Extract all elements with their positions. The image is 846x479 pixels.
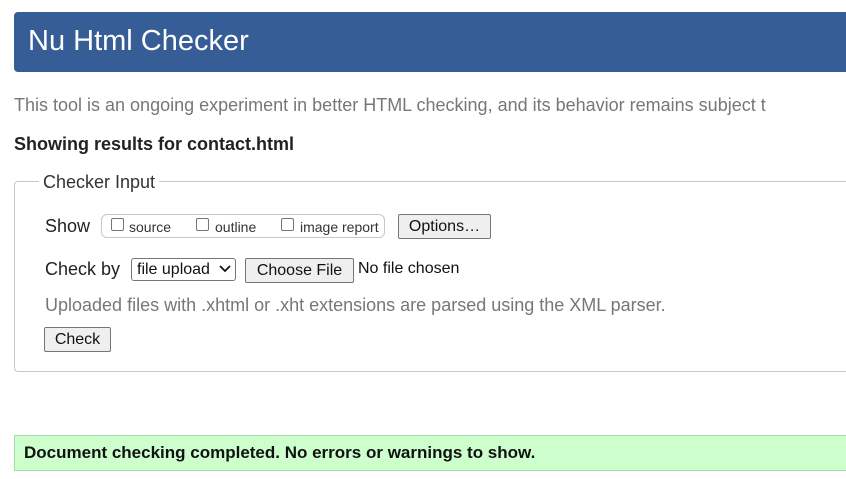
- status-message: Document checking completed. No errors o…: [24, 443, 536, 462]
- image-report-checkbox[interactable]: [281, 218, 294, 231]
- status-message-box: Document checking completed. No errors o…: [14, 435, 846, 471]
- options-button[interactable]: Options…: [398, 214, 491, 239]
- checker-input-fieldset: Checker Input Show source outline image …: [14, 170, 846, 372]
- source-checkbox[interactable]: [111, 218, 124, 231]
- outline-checkbox-label[interactable]: outline: [215, 219, 256, 235]
- xml-parser-hint: Uploaded files with .xhtml or .xht exten…: [45, 295, 666, 315]
- check-by-select[interactable]: file upload: [131, 258, 236, 281]
- checker-input-legend: Checker Input: [39, 170, 160, 194]
- source-checkbox-label[interactable]: source: [129, 219, 171, 235]
- no-file-chosen-text: No file chosen: [358, 260, 460, 277]
- chevron-down-icon: [219, 265, 231, 273]
- page-title: Nu Html Checker: [28, 25, 249, 57]
- image-report-checkbox-label[interactable]: image report: [300, 219, 379, 235]
- show-options-group: source outline image report: [101, 214, 385, 238]
- check-button[interactable]: Check: [44, 327, 111, 352]
- check-by-label: Check by: [45, 259, 121, 279]
- results-title: Showing results for contact.html: [14, 134, 295, 154]
- show-label: Show: [45, 216, 91, 236]
- choose-file-button[interactable]: Choose File: [245, 258, 354, 283]
- outline-checkbox[interactable]: [196, 218, 209, 231]
- page: Nu Html Checker This tool is an ongoing …: [0, 0, 846, 479]
- check-by-selected-value: file upload: [137, 261, 210, 278]
- page-header: Nu Html Checker: [14, 12, 846, 72]
- intro-text: This tool is an ongoing experiment in be…: [14, 95, 766, 115]
